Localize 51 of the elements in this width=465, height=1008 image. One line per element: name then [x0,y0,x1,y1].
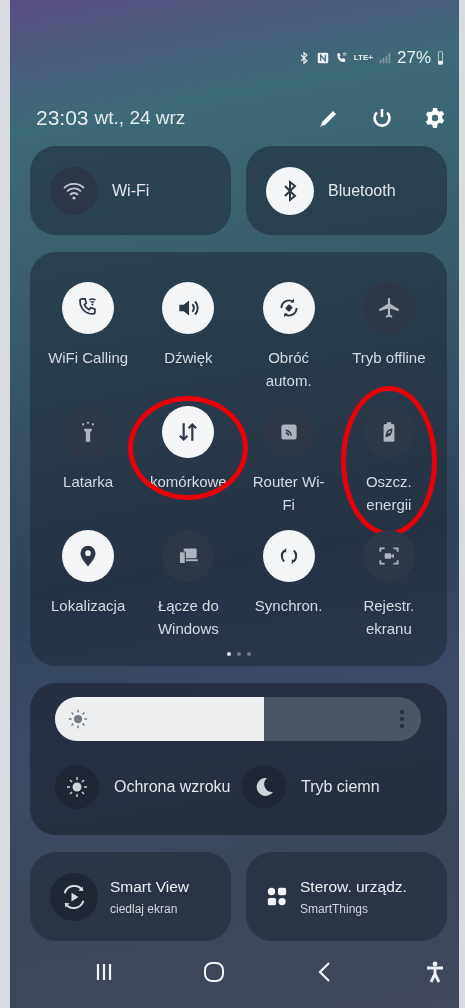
tile-label: komórkowe [150,472,227,492]
power-icon[interactable] [370,106,394,130]
clock-time: 23:03 [36,106,89,130]
battery-percent: 27% [396,48,431,68]
four-squares-icon [266,885,288,908]
toggle-button[interactable] [50,166,98,215]
toggle-button[interactable] [242,765,286,809]
tile-label: Lokalizacja [51,596,126,616]
toggle-card[interactable]: Wi-Fi [30,146,231,235]
toggle-tile-button[interactable] [362,406,415,458]
tile-label: Łącze do Windows [156,596,220,639]
tile-label: Obróć autom. [264,348,313,391]
tile-label: Oszcz. energii [364,472,413,515]
toggle-label: Bluetooth [328,181,396,200]
shortcut-subtitle: SmartThings [300,901,370,916]
nfc-icon [315,51,330,65]
tile-label: Router Wi-Fi [251,472,326,515]
date-label: wt., 24 wrz [94,107,187,129]
shortcut-title: Smart View [110,877,189,896]
toggle-label: Tryb ciemn [301,778,380,796]
tile-label: WiFi Calling [48,348,129,368]
phone-wifi-icon [334,51,349,65]
toggle-tile-button[interactable] [62,530,115,582]
battery-icon [436,51,445,65]
toggle-label: Ochrona wzroku [114,778,231,796]
toggle-label: Wi-Fi [112,181,150,200]
toggle-button[interactable] [266,166,314,215]
toggle-tile-button[interactable] [262,282,315,334]
tile-label: Synchron. [254,596,323,616]
toggle-tile-button[interactable] [262,530,315,582]
sun-icon [67,708,89,730]
toggle-card[interactable]: Bluetooth [246,146,447,235]
shortcut-card[interactable]: Sterow. urządz. SmartThings [246,852,447,941]
shortcut-title: Sterow. urządz. [300,877,407,896]
tile-label: Rejestr. ekranu [362,596,416,639]
eye-comfort-icon [65,775,89,799]
toggle-tile-button[interactable] [162,282,215,334]
home-icon[interactable] [202,960,227,984]
toggle-tile-button[interactable] [162,406,215,458]
network-type-label: LTE+ [353,54,373,62]
settings-icon[interactable] [423,106,447,130]
toggle-tile-button[interactable] [62,282,115,334]
brightness-slider[interactable] [55,697,421,741]
shortcut-subtitle: ciedlaj ekran [110,901,179,916]
signal-icon [377,51,392,65]
cast-play-icon [50,872,98,921]
tile-label: Tryb offline [352,348,426,368]
shortcut-card[interactable]: Smart View ciedlaj ekran [30,852,231,941]
toggle-button[interactable] [55,765,99,809]
tile-label: Latarka [63,472,114,492]
tile-label: Dźwięk [164,348,213,368]
